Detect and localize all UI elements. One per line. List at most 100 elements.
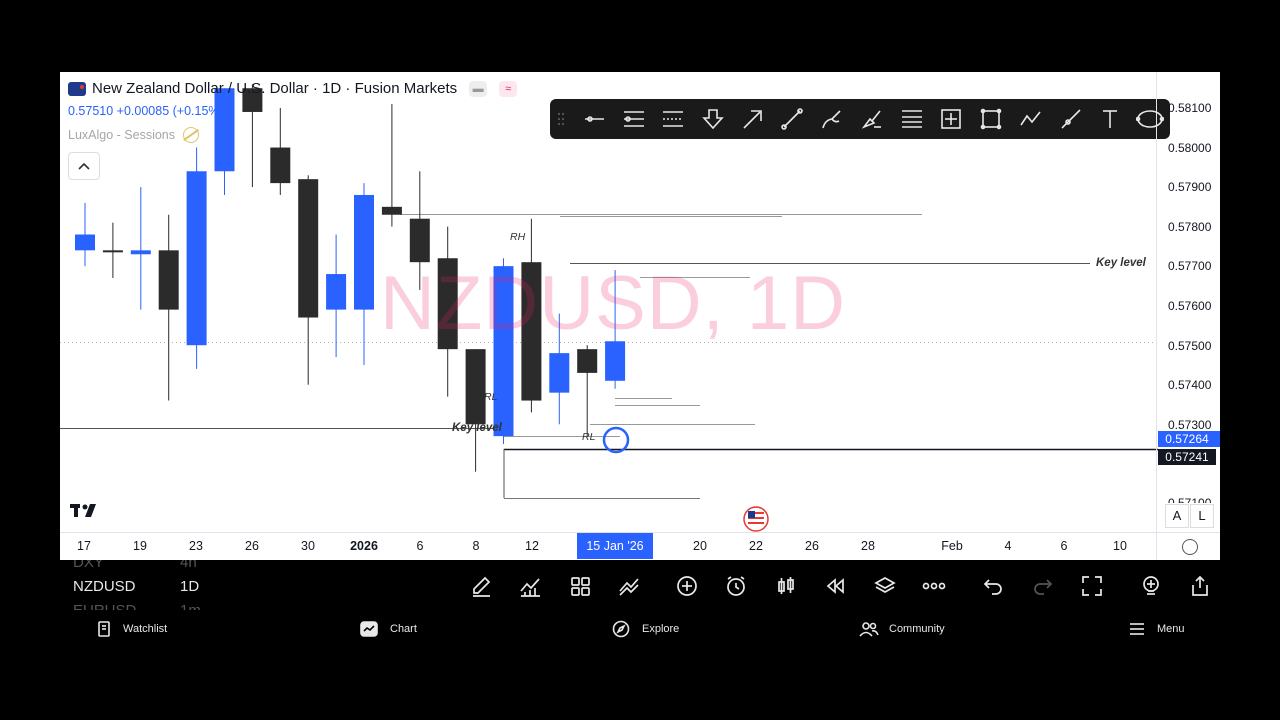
- cursor-crosshair-circle: [602, 426, 630, 454]
- rh-label: RH: [510, 231, 526, 243]
- price-label: 0.58100: [1168, 101, 1212, 115]
- candle-body[interactable]: [409, 218, 430, 263]
- symbol-title[interactable]: New Zealand Dollar / U.S. Dollar · 1D · …: [68, 80, 518, 97]
- text-tool-icon[interactable]: [1094, 103, 1126, 135]
- layout-grid-icon[interactable]: [566, 572, 594, 600]
- undo-icon[interactable]: [979, 572, 1007, 600]
- key-level-label-lower: Key level: [452, 422, 502, 434]
- candle-body[interactable]: [605, 341, 626, 381]
- replay-rewind-icon[interactable]: [821, 572, 849, 600]
- symbol-name[interactable]: EURUSD: [73, 602, 136, 610]
- indicator-legend[interactable]: LuxAlgo - Sessions: [68, 127, 200, 143]
- redo-icon[interactable]: [1029, 572, 1057, 600]
- chevron-up-icon: [78, 162, 90, 170]
- ray-line-icon[interactable]: [1055, 103, 1087, 135]
- more-dots-icon[interactable]: [920, 572, 948, 600]
- compass-icon: [612, 620, 630, 638]
- candle-body[interactable]: [186, 171, 207, 346]
- current-date-label: 15 Jan '26: [577, 533, 653, 559]
- log-scale-button[interactable]: L: [1190, 504, 1214, 528]
- candle-body[interactable]: [75, 234, 95, 251]
- symbol-watermark: NZDUSD, 1D: [380, 261, 847, 346]
- rl-label-right: RL: [582, 431, 596, 443]
- candle-body[interactable]: [130, 250, 151, 255]
- candle-body[interactable]: [354, 194, 374, 310]
- horizontal-ray-tool-icon[interactable]: [578, 103, 610, 135]
- nav-menu[interactable]: Menu: [1129, 612, 1185, 646]
- time-axis[interactable]: 17 19 23 26 30 2026 6 8 12 20 22 26 28 F…: [60, 532, 1220, 560]
- parallel-channel-icon[interactable]: [618, 103, 650, 135]
- nav-watchlist[interactable]: Watchlist: [97, 612, 167, 646]
- candle-body[interactable]: [577, 349, 598, 373]
- symbol-title-text: New Zealand Dollar / U.S. Dollar · 1D · …: [92, 80, 458, 97]
- grey-pill-icon[interactable]: ▬: [469, 80, 488, 97]
- time-tick: 30: [301, 539, 315, 553]
- us-flag-event-icon[interactable]: [743, 506, 769, 532]
- price-label-partial: 0.57100: [1168, 496, 1212, 503]
- gear-icon[interactable]: [1182, 539, 1198, 555]
- price-label: 0.57300: [1168, 418, 1212, 432]
- symbol-timeframe-active: 1D: [180, 578, 200, 595]
- chart-area[interactable]: NZDUSD, 1D New Zealand Dollar / U.S. Dol…: [60, 72, 1220, 560]
- fib-retracement-icon[interactable]: [896, 103, 928, 135]
- price-label: 0.57900: [1168, 180, 1212, 194]
- trend-line-icon[interactable]: [776, 103, 808, 135]
- rectangle-tool-icon[interactable]: [975, 103, 1007, 135]
- price-label: 0.57500: [1168, 339, 1212, 353]
- candle-body[interactable]: [102, 250, 123, 253]
- chart-icon: [360, 621, 378, 637]
- time-tick: 20: [693, 539, 707, 553]
- candle-type-icon[interactable]: [772, 572, 800, 600]
- nav-explore-label: Explore: [642, 623, 680, 635]
- create-idea-icon[interactable]: [1137, 572, 1165, 600]
- pink-wave-icon[interactable]: ≈: [499, 80, 518, 97]
- alarm-clock-icon[interactable]: [722, 572, 750, 600]
- indicators-icon[interactable]: [516, 572, 544, 600]
- candle-body[interactable]: [549, 353, 570, 393]
- candle-body[interactable]: [158, 250, 179, 310]
- candle-body[interactable]: [298, 179, 319, 318]
- candle-body[interactable]: [326, 274, 347, 310]
- candle-body[interactable]: [270, 147, 291, 184]
- drawing-pen-icon[interactable]: [467, 572, 495, 600]
- price-label: 0.57400: [1168, 378, 1212, 392]
- candle-body[interactable]: [214, 88, 235, 172]
- price-label: 0.57600: [1168, 299, 1212, 313]
- layers-icon[interactable]: [871, 572, 899, 600]
- fullscreen-icon[interactable]: [1078, 572, 1106, 600]
- time-tick: 23: [189, 539, 203, 553]
- drawing-toolbar[interactable]: [550, 99, 1170, 139]
- highlighter-icon[interactable]: [856, 103, 888, 135]
- path-tool-icon[interactable]: [1015, 103, 1047, 135]
- nav-explore[interactable]: Explore: [612, 612, 679, 646]
- share-icon[interactable]: [1186, 572, 1214, 600]
- regression-channel-icon[interactable]: [657, 103, 689, 135]
- time-tick-year: 2026: [350, 539, 378, 553]
- candle-body[interactable]: [381, 206, 402, 215]
- symbol-timeframe: 1m: [180, 602, 201, 610]
- eye-off-icon[interactable]: [183, 127, 200, 143]
- arrow-tool-icon[interactable]: [737, 103, 769, 135]
- ellipse-tool-icon[interactable]: [1134, 103, 1166, 135]
- toolbar-drag-handle[interactable]: [554, 103, 568, 135]
- rl-label-left: RL: [484, 391, 498, 403]
- collapse-legend-button[interactable]: [68, 152, 100, 180]
- symbol-name[interactable]: DXY: [73, 560, 104, 571]
- price-label: 0.57800: [1168, 220, 1212, 234]
- price-change-line: 0.57510 +0.00085 (+0.15%): [68, 104, 224, 118]
- symbol-name-active[interactable]: NZDUSD: [73, 578, 136, 595]
- auto-scale-button[interactable]: A: [1165, 504, 1189, 528]
- nav-menu-label: Menu: [1157, 623, 1185, 635]
- key-level-label-upper: Key level: [1096, 257, 1146, 269]
- add-circle-icon[interactable]: [673, 572, 701, 600]
- arrow-down-icon[interactable]: [697, 103, 729, 135]
- time-tick: 28: [861, 539, 875, 553]
- nav-chart[interactable]: Chart: [360, 612, 417, 646]
- nav-community[interactable]: Community: [859, 612, 945, 646]
- compare-lines-icon[interactable]: [615, 572, 643, 600]
- symbol-list[interactable]: DXY 4h NZDUSD 1D EURUSD 1m: [60, 560, 260, 610]
- candle-body[interactable]: [465, 349, 486, 425]
- time-tick: 19: [133, 539, 147, 553]
- brush-icon[interactable]: [816, 103, 848, 135]
- measure-tool-icon[interactable]: [935, 103, 967, 135]
